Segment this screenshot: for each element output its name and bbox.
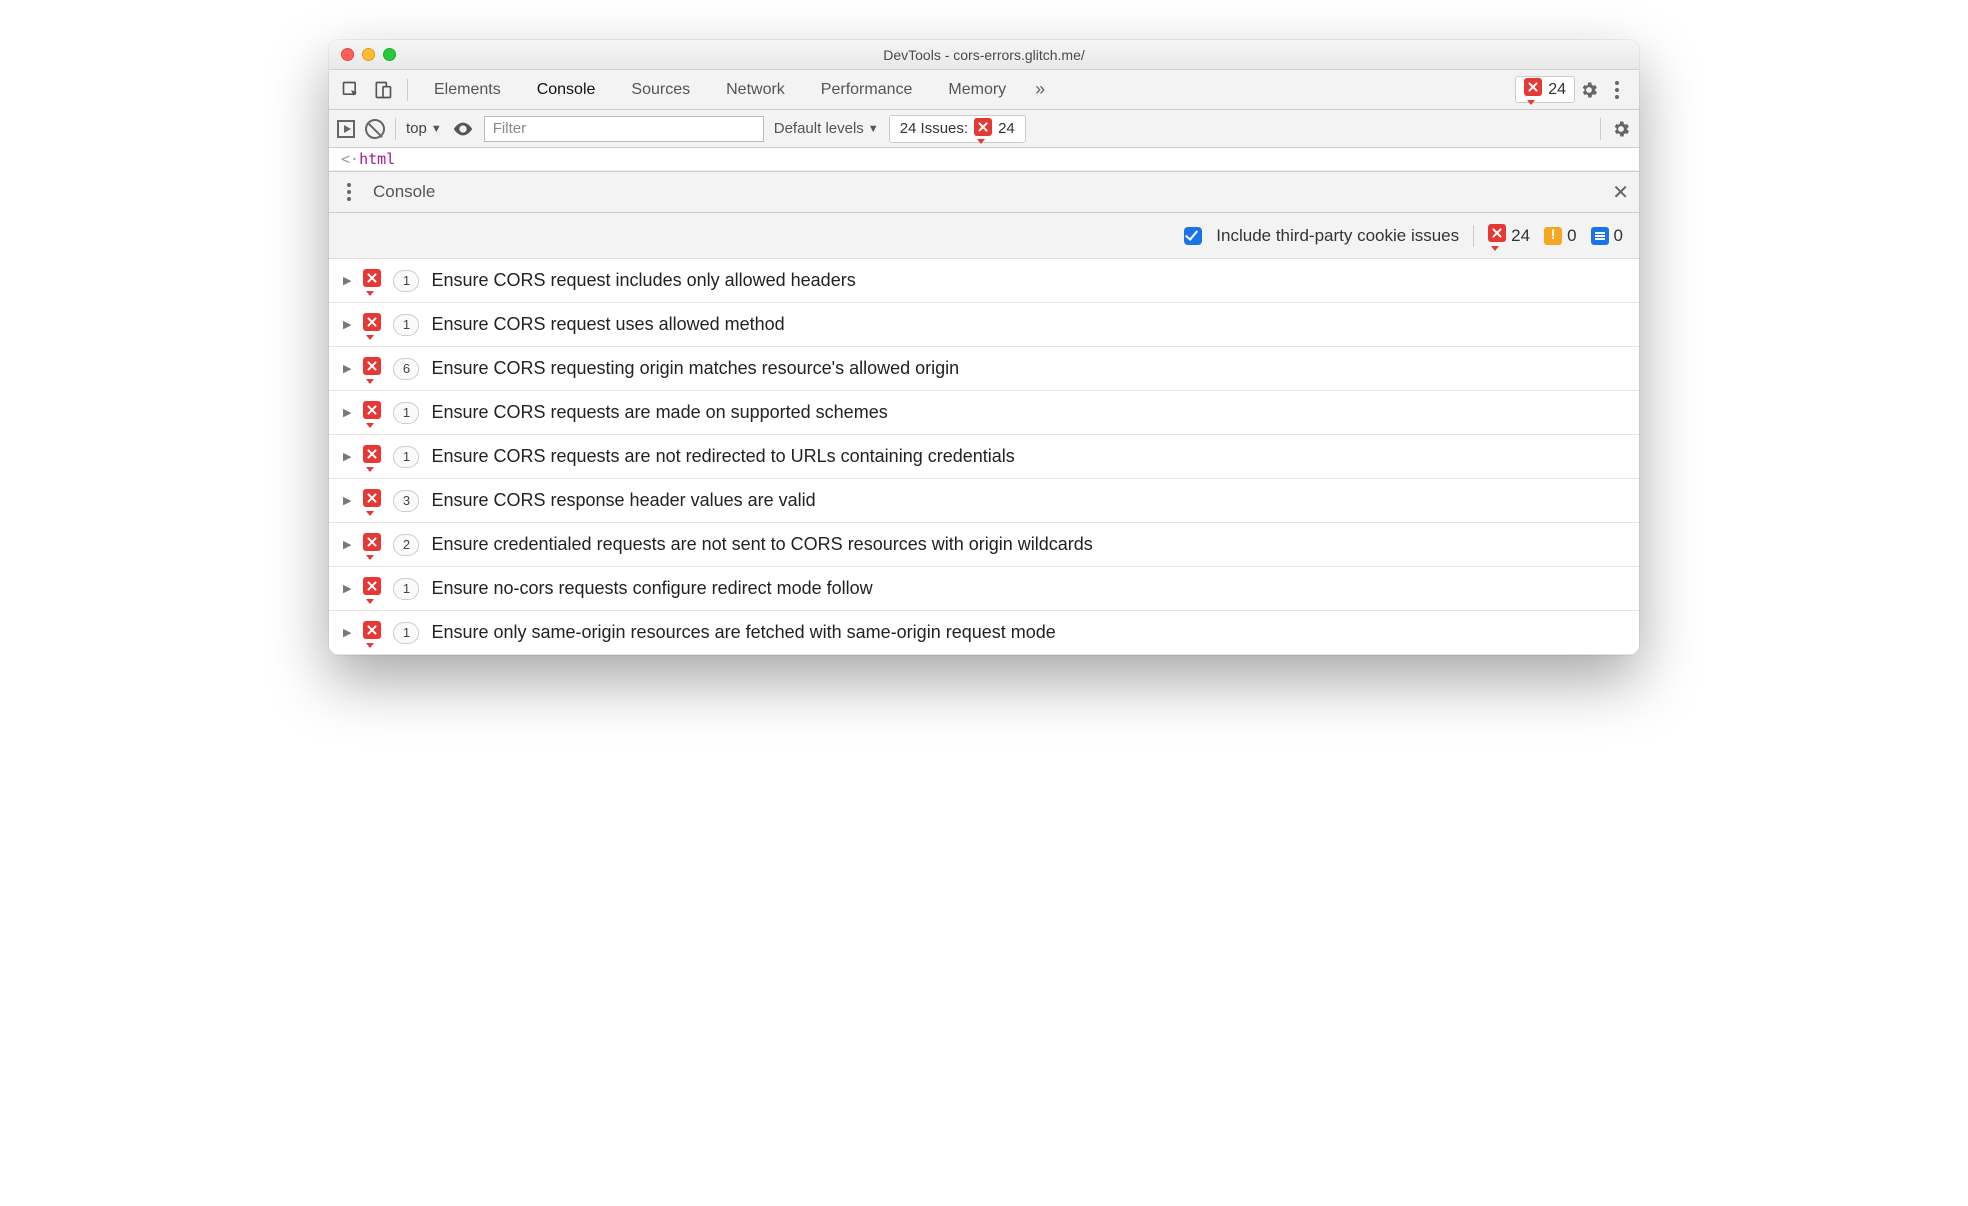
error-icon (363, 533, 381, 551)
error-icon (974, 118, 992, 136)
issue-count: 1 (393, 446, 419, 468)
info-count-group[interactable]: 0 (1591, 226, 1623, 246)
error-icon (363, 445, 381, 463)
issue-title: Ensure CORS requesting origin matches re… (431, 358, 959, 379)
issue-row[interactable]: ▶ 1 Ensure only same-origin resources are … (329, 611, 1639, 655)
tab-memory[interactable]: Memory (932, 70, 1022, 109)
issue-title: Ensure no-cors requests configure redire… (431, 578, 872, 599)
issue-title: Ensure only same-origin resources are fe… (431, 622, 1055, 643)
inspect-element-icon[interactable] (337, 76, 365, 104)
window-controls (341, 48, 396, 61)
error-count: 24 (1548, 81, 1566, 99)
issue-row[interactable]: ▶ 1 Ensure CORS requests are made on suppo… (329, 391, 1639, 435)
issue-title: Ensure CORS request uses allowed method (431, 314, 784, 335)
drawer-header: Console ✕ (329, 171, 1639, 213)
issue-title: Ensure CORS requests are not redirected … (431, 446, 1014, 467)
issue-title: Ensure CORS response header values are v… (431, 490, 815, 511)
filter-input[interactable]: Filter (484, 116, 764, 142)
error-icon (1488, 224, 1506, 242)
issues-button[interactable]: 24 Issues: 24 (889, 115, 1026, 143)
issues-list: ▶ 1 Ensure CORS request includes only allo… (329, 259, 1639, 655)
console-toolbar: top▼ Filter Default levels▼ 24 Issues: 2… (329, 110, 1639, 148)
issue-row[interactable]: ▶ 1 Ensure no-cors requests configure redi… (329, 567, 1639, 611)
issues-filter-bar: Include third-party cookie issues 24 0 0 (329, 213, 1639, 259)
issue-title: Ensure credentialed requests are not sen… (431, 534, 1092, 555)
error-icon (363, 621, 381, 639)
source-line: <·html (329, 148, 1639, 171)
error-count-group[interactable]: 24 (1488, 224, 1530, 247)
more-menu-icon[interactable] (1603, 76, 1631, 104)
issue-count: 1 (393, 578, 419, 600)
tab-network[interactable]: Network (710, 70, 801, 109)
issue-count: 3 (393, 490, 419, 512)
issue-count: 2 (393, 534, 419, 556)
zoom-window-button[interactable] (383, 48, 396, 61)
warning-count-group[interactable]: 0 (1544, 226, 1576, 246)
error-icon (1524, 78, 1542, 96)
issue-count: 1 (393, 270, 419, 292)
titlebar: DevTools - cors-errors.glitch.me/ (329, 40, 1639, 70)
expand-icon: ▶ (343, 494, 351, 507)
issue-row[interactable]: ▶ 1 Ensure CORS request uses allowed metho… (329, 303, 1639, 347)
expand-icon: ▶ (343, 626, 351, 639)
error-icon (363, 313, 381, 331)
expand-icon: ▶ (343, 538, 351, 551)
live-expression-icon[interactable] (452, 118, 474, 140)
error-count-badge[interactable]: 24 (1515, 76, 1575, 103)
settings-icon[interactable] (1579, 80, 1599, 100)
error-icon (363, 357, 381, 375)
expand-icon: ▶ (343, 406, 351, 419)
console-settings-icon[interactable] (1611, 119, 1631, 139)
main-tabstrip: ElementsConsoleSourcesNetworkPerformance… (329, 70, 1639, 110)
log-levels-selector[interactable]: Default levels▼ (774, 120, 879, 137)
issue-count: 1 (393, 314, 419, 336)
issue-count: 1 (393, 622, 419, 644)
issue-count: 1 (393, 402, 419, 424)
error-icon (363, 489, 381, 507)
include-third-party-checkbox[interactable] (1184, 227, 1202, 245)
include-third-party-label: Include third-party cookie issues (1216, 226, 1459, 246)
issue-row[interactable]: ▶ 1 Ensure CORS request includes only allo… (329, 259, 1639, 303)
execution-context-icon[interactable] (337, 120, 355, 138)
error-icon (363, 401, 381, 419)
tab-console[interactable]: Console (521, 70, 612, 109)
issue-title: Ensure CORS requests are made on support… (431, 402, 887, 423)
expand-icon: ▶ (343, 318, 351, 331)
warning-icon (1544, 227, 1562, 245)
tab-elements[interactable]: Elements (418, 70, 517, 109)
expand-icon: ▶ (343, 582, 351, 595)
window-title: DevTools - cors-errors.glitch.me/ (329, 47, 1639, 63)
close-window-button[interactable] (341, 48, 354, 61)
error-icon (363, 269, 381, 287)
info-icon (1591, 227, 1609, 245)
minimize-window-button[interactable] (362, 48, 375, 61)
tab-performance[interactable]: Performance (805, 70, 929, 109)
expand-icon: ▶ (343, 450, 351, 463)
error-icon (363, 577, 381, 595)
expand-icon: ▶ (343, 362, 351, 375)
issue-row[interactable]: ▶ 3 Ensure CORS response header values are… (329, 479, 1639, 523)
issue-count: 6 (393, 358, 419, 380)
devtools-window: DevTools - cors-errors.glitch.me/ Elemen… (329, 40, 1639, 655)
tab-sources[interactable]: Sources (615, 70, 706, 109)
close-drawer-icon[interactable]: ✕ (1612, 180, 1629, 205)
clear-console-icon[interactable] (365, 119, 385, 139)
expand-icon: ▶ (343, 274, 351, 287)
more-tabs-icon[interactable]: » (1026, 76, 1054, 104)
issue-row[interactable]: ▶ 1 Ensure CORS requests are not redirecte… (329, 435, 1639, 479)
issue-row[interactable]: ▶ 6 Ensure CORS requesting origin matches … (329, 347, 1639, 391)
drawer-menu-icon[interactable] (339, 183, 359, 201)
issue-title: Ensure CORS request includes only allowe… (431, 270, 855, 291)
context-selector[interactable]: top▼ (406, 120, 442, 137)
device-toolbar-icon[interactable] (369, 76, 397, 104)
issue-row[interactable]: ▶ 2 Ensure credentialed requests are not s… (329, 523, 1639, 567)
drawer-tab-console[interactable]: Console (373, 182, 435, 202)
